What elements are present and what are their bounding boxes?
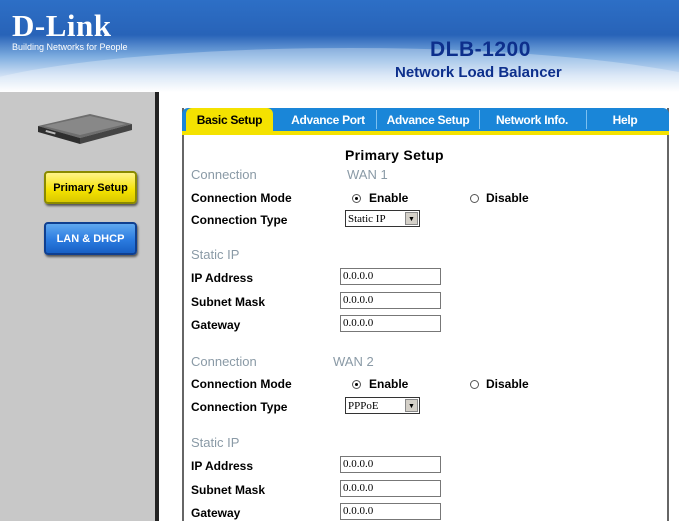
tab-basic-setup[interactable]: Basic Setup [186, 108, 273, 131]
wan1-label: WAN 1 [347, 167, 388, 182]
wan1-connection-heading: Connection [191, 167, 257, 182]
wan1-disable-label: Disable [486, 191, 529, 205]
wan2-gateway-input[interactable]: 0.0.0.0 [340, 503, 441, 520]
wan1-ip-address-label: IP Address [191, 271, 254, 285]
tab-advance-port[interactable]: Advance Port [284, 108, 372, 131]
wan2-subnet-mask-input[interactable]: 0.0.0.0 [340, 480, 441, 497]
wan2-connection-type-value: PPPoE [348, 399, 379, 412]
wan2-static-ip-heading: Static IP [191, 435, 240, 450]
wan2-disable-label: Disable [486, 377, 529, 391]
wan1-gateway-input[interactable]: 0.0.0.0 [340, 315, 441, 332]
tab-separator [586, 110, 587, 129]
wan2-connection-heading: Connection [191, 354, 257, 369]
page-title: Primary Setup [345, 147, 444, 163]
tab-help[interactable]: Help [590, 108, 660, 131]
wan1-connection-type-select[interactable]: Static IP ▼ [345, 210, 420, 227]
wan1-subnet-mask-label: Subnet Mask [191, 295, 266, 309]
product-name: Network Load Balancer [395, 64, 562, 81]
logo-tagline: Building Networks for People [12, 42, 128, 52]
wan2-enable-radio[interactable] [352, 380, 361, 389]
wan1-connection-mode-label: Connection Mode [191, 191, 292, 205]
wan2-connection-type-label: Connection Type [191, 400, 288, 414]
logo-text: D-Link [12, 8, 112, 43]
wan1-connection-type-value: Static IP [348, 212, 386, 225]
wan2-connection-mode-label: Connection Mode [191, 377, 292, 391]
chevron-down-icon: ▼ [405, 399, 418, 412]
tab-advance-setup[interactable]: Advance Setup [380, 108, 476, 131]
tab-separator [479, 110, 480, 129]
sidebar [0, 92, 155, 521]
wan1-enable-label: Enable [369, 191, 409, 205]
tab-underline [182, 131, 669, 135]
primary-setup-button[interactable]: Primary Setup [44, 171, 137, 204]
wan2-label: WAN 2 [333, 354, 374, 369]
wan2-ip-address-label: IP Address [191, 459, 254, 473]
tab-network-info[interactable]: Network Info. [482, 108, 582, 131]
wan1-disable-radio[interactable] [470, 194, 479, 203]
wan2-ip-address-input[interactable]: 0.0.0.0 [340, 456, 441, 473]
tab-separator [376, 110, 377, 129]
lan-dhcp-button[interactable]: LAN & DHCP [44, 222, 137, 255]
wan2-disable-radio[interactable] [470, 380, 479, 389]
wan1-connection-type-label: Connection Type [191, 213, 288, 227]
wan2-connection-type-select[interactable]: PPPoE ▼ [345, 397, 420, 414]
wan1-enable-radio[interactable] [352, 194, 361, 203]
product-model: DLB-1200 [430, 38, 531, 61]
wan2-gateway-label: Gateway [191, 506, 241, 520]
chevron-down-icon: ▼ [405, 212, 418, 225]
wan1-ip-address-input[interactable]: 0.0.0.0 [340, 268, 441, 285]
wan2-enable-label: Enable [369, 377, 409, 391]
wan1-subnet-mask-input[interactable]: 0.0.0.0 [340, 292, 441, 309]
wan1-gateway-label: Gateway [191, 318, 241, 332]
router-device-icon [38, 114, 132, 144]
dlink-logo: D-Link Building Networks for People [12, 10, 128, 52]
wan1-static-ip-heading: Static IP [191, 247, 240, 262]
wan2-subnet-mask-label: Subnet Mask [191, 483, 266, 497]
